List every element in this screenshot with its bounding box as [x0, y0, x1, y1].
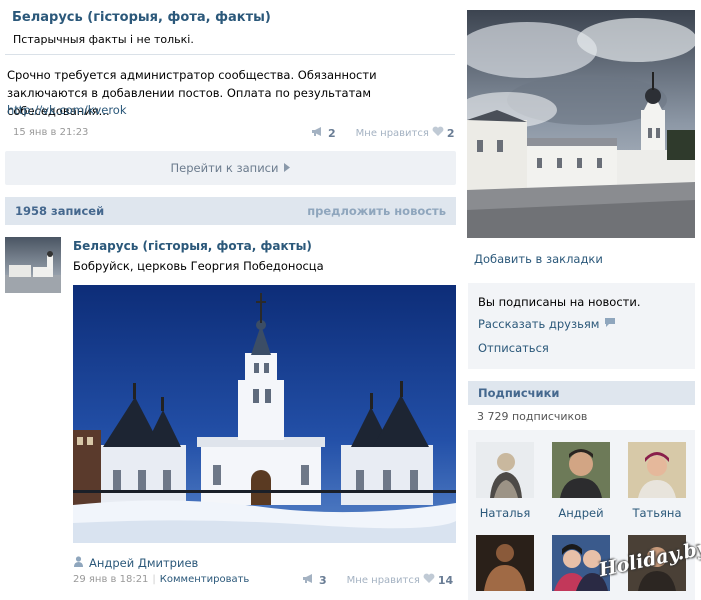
- post2-author-name[interactable]: Андрей Дмитриев: [89, 556, 198, 570]
- suggest-news-link[interactable]: предложить новость: [307, 204, 446, 218]
- subscribers-count[interactable]: 3 729 подписчиков: [477, 410, 587, 423]
- megaphone-icon[interactable]: [302, 573, 316, 587]
- post2-like-count[interactable]: 14: [438, 574, 453, 587]
- post1-date[interactable]: 15 янв в 21:23: [13, 127, 88, 138]
- wall-post-count[interactable]: 1958 записей: [15, 204, 104, 218]
- subscriber-name[interactable]: Андрей: [551, 506, 611, 520]
- subscribed-status: Вы подписаны на новости.: [478, 295, 641, 309]
- subscribers-grid: Наталья Андрей Татьяна: [468, 430, 695, 600]
- post2-author[interactable]: Андрей Дмитриев: [73, 556, 198, 570]
- avatar[interactable]: [476, 535, 534, 591]
- divider: [5, 54, 455, 55]
- megaphone-icon[interactable]: [311, 126, 325, 140]
- speech-bubble-icon: [604, 317, 616, 331]
- post2-date[interactable]: 29 янв в 18:21: [73, 574, 148, 585]
- tell-friends-link[interactable]: Рассказать друзьям: [478, 317, 685, 331]
- post2-like-label[interactable]: Мне нравится: [347, 575, 420, 586]
- subscriber-name[interactable]: Наталья: [475, 506, 535, 520]
- post1-group-title[interactable]: Беларусь (гісторыя, фота, факты): [12, 10, 271, 25]
- group-avatar[interactable]: [5, 237, 61, 293]
- post1-like-label[interactable]: Мне нравится: [356, 128, 429, 139]
- wall-header: 1958 записей предложить новость: [5, 197, 456, 225]
- post2-text: Бобруйск, церковь Георгия Победоносца: [73, 259, 324, 273]
- post2-actions: 3 Мне нравится 14: [302, 573, 453, 587]
- avatar[interactable]: [476, 442, 534, 498]
- subscriber-card[interactable]: Татьяна: [627, 442, 687, 520]
- avatar[interactable]: [552, 442, 610, 498]
- tell-friends-label: Рассказать друзьям: [478, 317, 600, 331]
- church-photo[interactable]: [73, 285, 456, 543]
- goto-post-button[interactable]: Перейти к записи: [5, 151, 456, 185]
- unsubscribe-link[interactable]: Отписаться: [478, 341, 685, 355]
- subscriber-name[interactable]: Татьяна: [627, 506, 687, 520]
- add-bookmark-link[interactable]: Добавить в закладки: [474, 252, 603, 266]
- post2-repost-count[interactable]: 3: [319, 574, 327, 587]
- post2-group-title[interactable]: Беларусь (гісторыя, фота, факты): [73, 239, 312, 253]
- group-cover-photo[interactable]: [467, 10, 695, 238]
- post1-actions: 2 Мне нравится 2: [311, 126, 455, 140]
- post1-repost-count[interactable]: 2: [328, 127, 336, 140]
- avatar[interactable]: [628, 442, 686, 498]
- subscription-box: Вы подписаны на новости. Рассказать друз…: [468, 283, 695, 369]
- subscriber-card[interactable]: Андрей: [551, 442, 611, 520]
- subscriber-card[interactable]: [475, 535, 535, 591]
- goto-post-label: Перейти к записи: [170, 161, 279, 175]
- post1-like-count[interactable]: 2: [447, 127, 455, 140]
- user-icon: [73, 556, 84, 570]
- post1-link[interactable]: http://vk.com/kverok: [7, 103, 127, 117]
- heart-icon[interactable]: [423, 573, 435, 587]
- chevron-right-icon: [284, 161, 291, 175]
- post1-group-status: Пстарычныя факты і не толькі.: [13, 33, 194, 46]
- subscriber-card[interactable]: Наталья: [475, 442, 535, 520]
- subscribers-header[interactable]: Подписчики: [468, 381, 695, 405]
- heart-icon[interactable]: [432, 126, 444, 140]
- post2-meta: 29 янв в 18:21 | Комментировать: [73, 574, 250, 585]
- comment-link[interactable]: Комментировать: [160, 574, 250, 585]
